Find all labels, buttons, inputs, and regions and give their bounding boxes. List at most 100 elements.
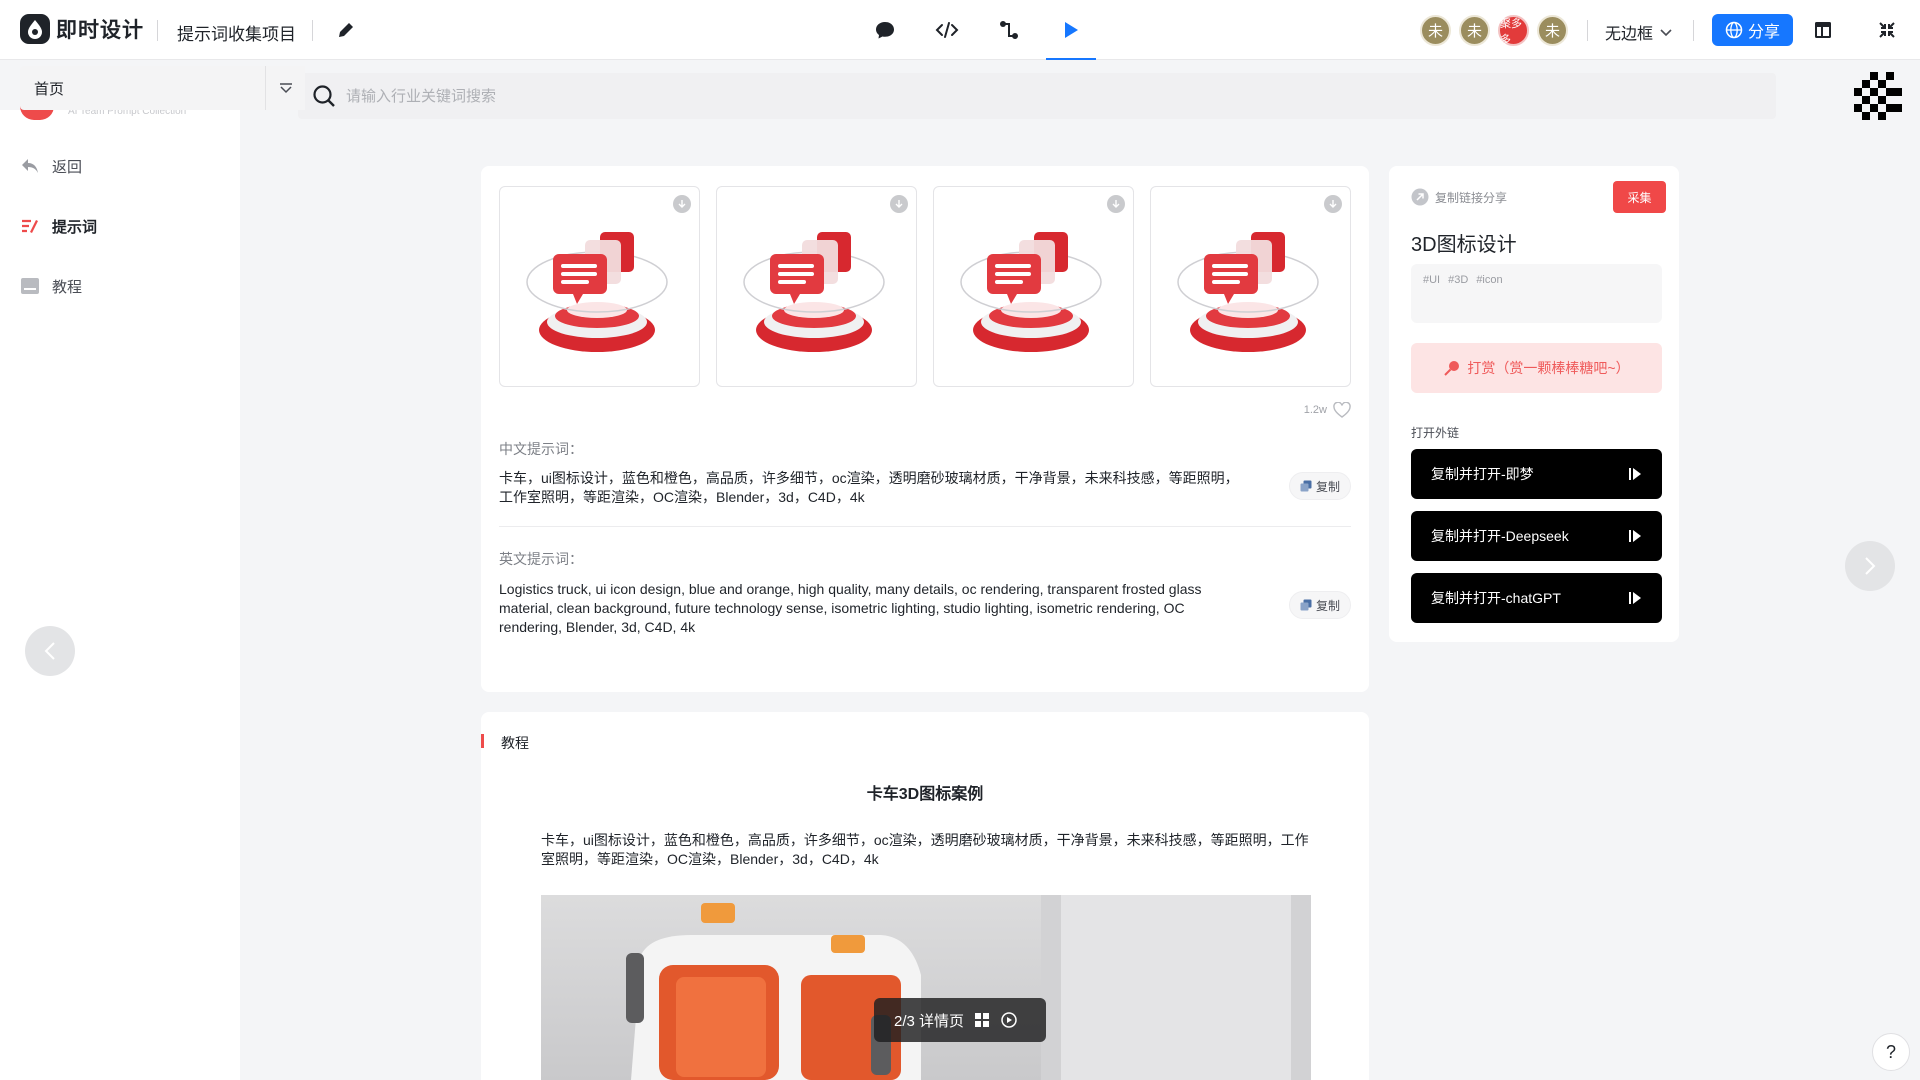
tutorial-body: 卡车，ui图标设计，蓝色和橙色，高品质，许多细节，oc渲染，透明磨砂玻璃材质，干… bbox=[541, 832, 1309, 867]
sidebar-item-back[interactable]: 返回 bbox=[20, 154, 82, 178]
tab-connect[interactable] bbox=[984, 0, 1034, 60]
thumbnail-image[interactable] bbox=[933, 186, 1134, 387]
play-next-icon bbox=[1629, 468, 1641, 480]
en-prompt-text: Logistics truck, ui icon design, blue an… bbox=[499, 581, 1202, 635]
avatar[interactable]: 未 bbox=[1537, 15, 1568, 46]
chevron-right-icon bbox=[1865, 557, 1876, 575]
page-indicator: 2/3 详情页 bbox=[874, 998, 1046, 1042]
tab-play[interactable] bbox=[1046, 0, 1096, 60]
app-logo[interactable]: 即时设计 bbox=[20, 14, 144, 44]
play-next-icon bbox=[1629, 530, 1641, 542]
divider bbox=[312, 20, 313, 41]
tip-button[interactable]: 打赏（赏一颗棒棒糖吧~） bbox=[1411, 343, 1662, 393]
en-prompt-label: 英文提示词： bbox=[499, 551, 583, 567]
play-next-icon bbox=[1629, 592, 1641, 604]
chat-bubble-3d-icon bbox=[742, 231, 885, 352]
project-name[interactable]: 提示词收集项目 bbox=[177, 20, 296, 45]
share-label: 分享 bbox=[1747, 24, 1780, 41]
tutorial-title: 卡车3D图标案例 bbox=[866, 786, 984, 803]
collapse-icon[interactable] bbox=[1874, 17, 1900, 43]
connect-icon bbox=[1000, 21, 1018, 39]
chevron-down-icon bbox=[279, 83, 292, 94]
sidebar: AI Team Prompt Collection 返回 提示词 教程 bbox=[0, 106, 240, 1080]
tip-label: 打赏（赏一颗棒棒糖吧~） bbox=[1467, 360, 1630, 376]
prompt-icon bbox=[22, 219, 38, 233]
info-panel: 复制链接分享 采集 3D图标设计 #UI #3D #icon 打赏（赏一颗棒棒糖… bbox=[1389, 166, 1679, 642]
truck-render-image bbox=[541, 895, 1311, 1080]
back-icon bbox=[22, 159, 38, 173]
ext-button-label: 复制并打开-即梦 bbox=[1431, 466, 1534, 482]
chat-bubble-3d-icon bbox=[1176, 231, 1319, 352]
globe-icon bbox=[1725, 21, 1743, 39]
page-select-value: 首页 bbox=[34, 80, 65, 98]
ext-button-label: 复制并打开-chatGPT bbox=[1431, 590, 1561, 606]
page-select-toggle[interactable] bbox=[265, 66, 305, 110]
divider bbox=[1693, 20, 1694, 41]
share-button[interactable]: 分享 bbox=[1712, 14, 1793, 46]
chat-bubble-3d-icon bbox=[959, 231, 1102, 352]
sidebar-item-prompt[interactable]: 提示词 bbox=[20, 214, 97, 238]
download-icon[interactable] bbox=[673, 195, 691, 213]
tag[interactable]: #icon bbox=[1476, 274, 1502, 286]
next-arrow-button[interactable] bbox=[1845, 541, 1895, 591]
external-links-label: 打开外链 bbox=[1411, 426, 1460, 440]
page-select[interactable]: 首页 bbox=[20, 66, 265, 110]
download-icon[interactable] bbox=[890, 195, 908, 213]
view-stats: 1.2w bbox=[1304, 402, 1351, 418]
heart-icon[interactable] bbox=[1333, 402, 1351, 418]
copy-label: 复制 bbox=[1315, 598, 1340, 613]
tutorial-label: 教程 bbox=[501, 735, 529, 751]
prev-arrow-button[interactable] bbox=[25, 626, 75, 676]
logo-text: 即时设计 bbox=[56, 19, 144, 42]
copy-en-button[interactable]: 复制 bbox=[1289, 591, 1351, 619]
tutorial-icon bbox=[21, 278, 39, 294]
open-deepseek-button[interactable]: 复制并打开-Deepseek bbox=[1411, 511, 1662, 561]
link-icon bbox=[1411, 188, 1429, 206]
brand-logo-icon bbox=[1854, 72, 1902, 120]
sidebar-item-label: 教程 bbox=[52, 278, 83, 296]
layout-icon[interactable] bbox=[1810, 17, 1836, 43]
copy-icon bbox=[1300, 599, 1312, 611]
frame-mode-label: 无边框 bbox=[1605, 26, 1654, 43]
sidebar-item-label: 返回 bbox=[52, 158, 83, 176]
work-title: 3D图标设计 bbox=[1411, 234, 1517, 256]
avatar[interactable]: 未 bbox=[1420, 15, 1451, 46]
grid-icon[interactable] bbox=[974, 1012, 990, 1028]
section-divider bbox=[499, 526, 1351, 527]
copy-cn-button[interactable]: 复制 bbox=[1289, 472, 1351, 500]
chevron-left-icon bbox=[44, 642, 55, 660]
copy-link-label: 复制链接分享 bbox=[1435, 190, 1508, 205]
copy-link-share[interactable]: 复制链接分享 bbox=[1411, 188, 1507, 206]
download-icon[interactable] bbox=[1324, 195, 1342, 213]
chevron-down-icon bbox=[1660, 29, 1672, 37]
tab-code[interactable] bbox=[922, 0, 972, 60]
open-jimeng-button[interactable]: 复制并打开-即梦 bbox=[1411, 449, 1662, 499]
search-input[interactable] bbox=[346, 87, 1346, 105]
view-count: 1.2w bbox=[1303, 404, 1327, 416]
avatar[interactable]: 聚多多 bbox=[1498, 15, 1529, 46]
avatar[interactable]: 未 bbox=[1459, 15, 1490, 46]
chat-bubble-3d-icon bbox=[525, 231, 668, 352]
divider bbox=[157, 20, 158, 41]
thumbnail-image[interactable] bbox=[499, 186, 700, 387]
mode-tabs bbox=[860, 0, 1096, 60]
replay-icon[interactable] bbox=[1000, 1011, 1018, 1029]
divider bbox=[1587, 20, 1588, 41]
play-icon bbox=[1065, 22, 1078, 38]
edit-icon[interactable] bbox=[332, 16, 360, 44]
cn-prompt-label: 中文提示词： bbox=[499, 441, 583, 457]
tab-comment[interactable] bbox=[860, 0, 910, 60]
thumbnail-image[interactable] bbox=[716, 186, 917, 387]
search-bar bbox=[298, 73, 1776, 119]
download-icon[interactable] bbox=[1107, 195, 1125, 213]
frame-mode-select[interactable]: 无边框 bbox=[1605, 20, 1673, 44]
tag[interactable]: #3D bbox=[1448, 274, 1468, 286]
code-icon bbox=[935, 22, 959, 38]
help-button[interactable]: ? bbox=[1872, 1033, 1910, 1071]
open-chatgpt-button[interactable]: 复制并打开-chatGPT bbox=[1411, 573, 1662, 623]
thumbnail-image[interactable] bbox=[1150, 186, 1351, 387]
sidebar-item-tutorial[interactable]: 教程 bbox=[20, 274, 82, 298]
prompt-detail-card: 1.2w 中文提示词： 卡车，ui图标设计，蓝色和橙色，高品质，许多细节，oc渲… bbox=[481, 166, 1369, 692]
collect-button[interactable]: 采集 bbox=[1613, 181, 1666, 213]
tag[interactable]: #UI bbox=[1423, 274, 1440, 286]
